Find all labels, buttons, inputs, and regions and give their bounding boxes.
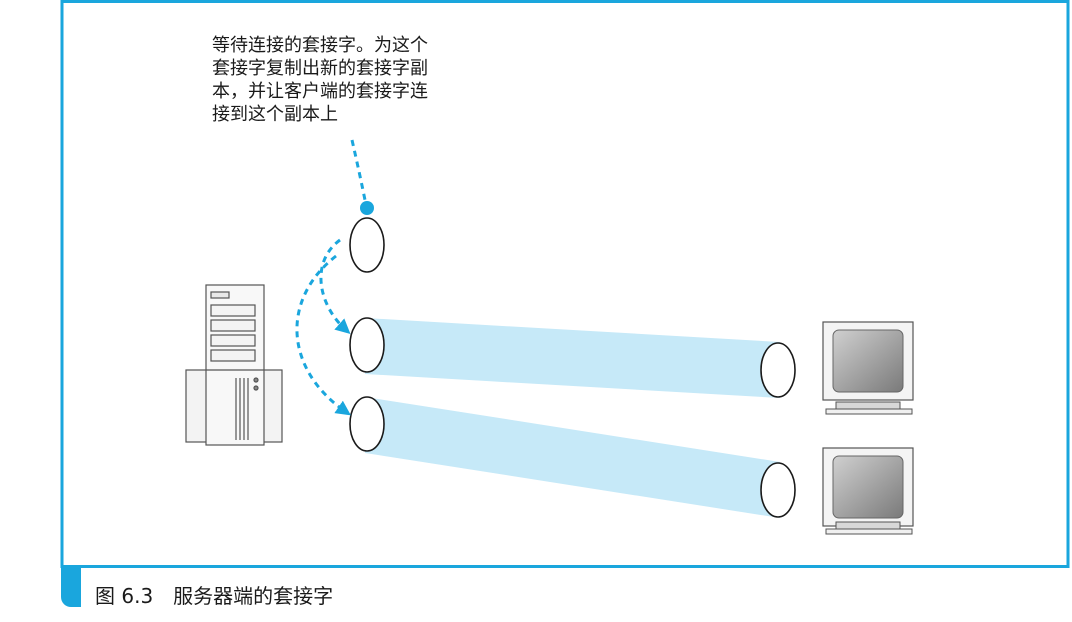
client-socket-2-icon [760, 462, 796, 518]
annotation-line: 等待连接的套接字。为这个 [212, 35, 428, 56]
connection-pipe-2 [365, 397, 780, 518]
server-socket-copy-1-icon [349, 317, 385, 373]
annotation-dot [360, 201, 374, 215]
server-socket-copy-2-icon [349, 396, 385, 452]
annotation-line: 套接字复制出新的套接字副 [212, 58, 428, 79]
figure-caption: 图 6.3 服务器端的套接字 [95, 584, 334, 608]
client-computer-2-icon [822, 447, 914, 535]
diagram-canvas [60, 0, 1070, 568]
annotation-text: 等待连接的套接字。为这个 套接字复制出新的套接字副 本，并让客户端的套接字连 接… [212, 34, 502, 126]
connection-pipe-1 [365, 318, 780, 398]
client-computer-1-icon [822, 321, 914, 415]
annotation-leader-line [350, 139, 368, 206]
caption-accent-bar [61, 567, 81, 607]
annotation-line: 接到这个副本上 [212, 104, 338, 125]
annotation-line: 本，并让客户端的套接字连 [212, 81, 428, 102]
server-icon [185, 284, 283, 446]
copy-arrow-1 [319, 238, 351, 334]
client-socket-1-icon [760, 342, 796, 398]
listening-socket-icon [349, 217, 385, 273]
